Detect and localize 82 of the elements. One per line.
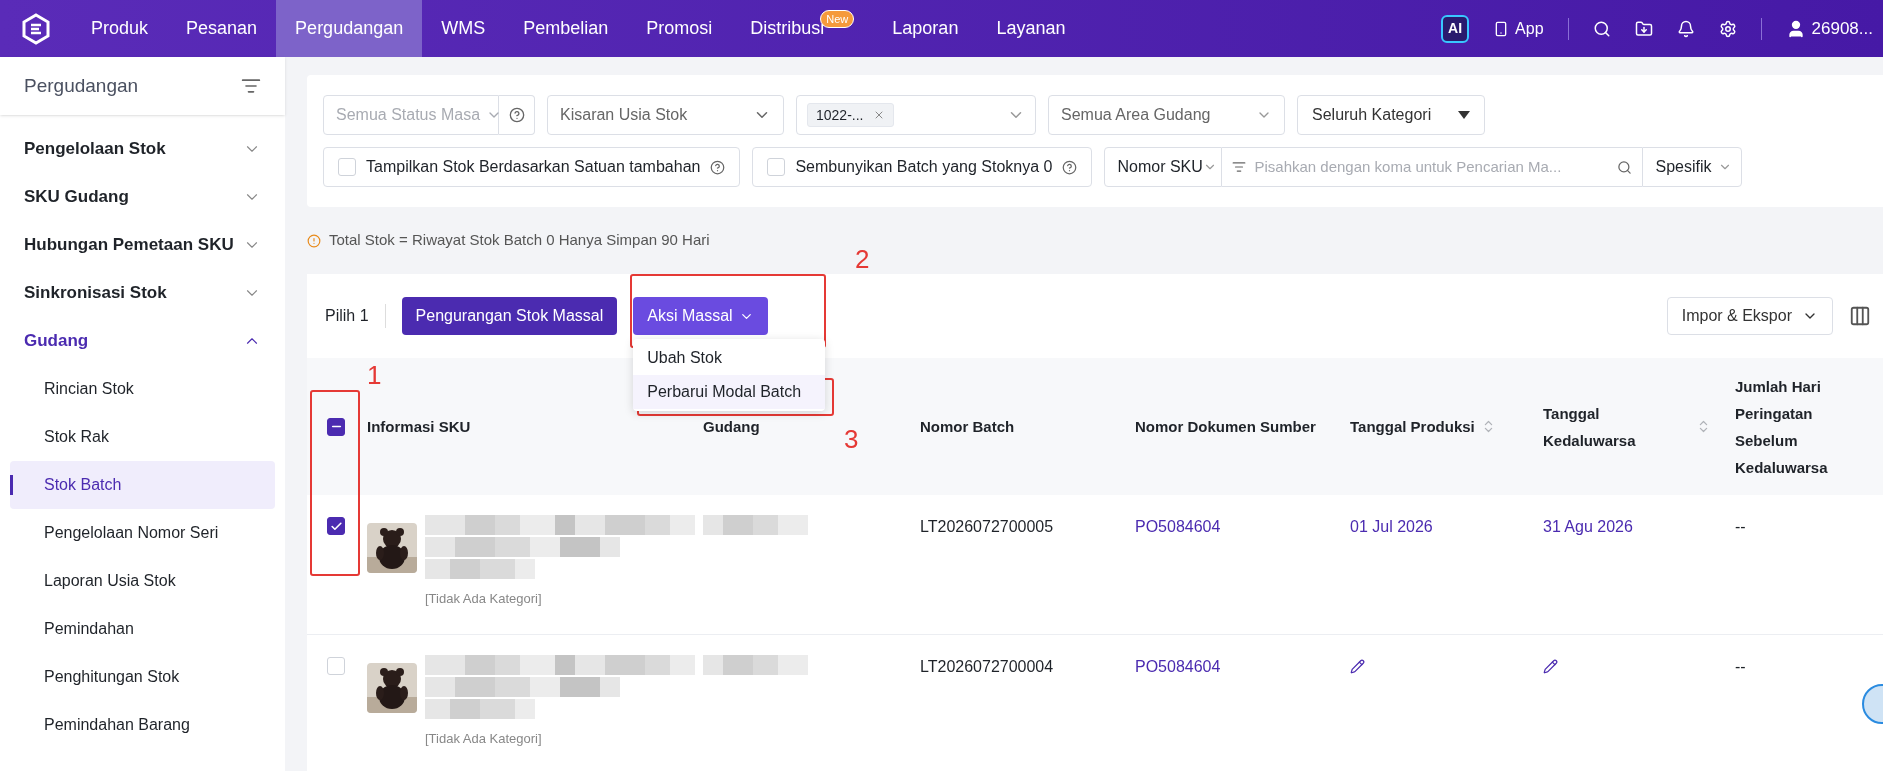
- user-menu[interactable]: 26908...: [1785, 15, 1873, 42]
- search-field[interactable]: Pisahkan dengan koma untuk Pencarian Ma...: [1254, 155, 1610, 179]
- sidebar-item[interactable]: Rincian Stok: [10, 365, 275, 413]
- nav-tab[interactable]: Pergudangan: [276, 0, 423, 57]
- column-header: Informasi SKU: [367, 417, 471, 437]
- columns-icon[interactable]: [1849, 305, 1871, 327]
- warning-days: --: [1735, 658, 1746, 675]
- sidebar-item[interactable]: Pemindahan: [10, 605, 275, 653]
- column-header: Nomor Dokumen Sumber: [1135, 417, 1316, 437]
- sidebar-item[interactable]: Pemindahan Barang: [10, 701, 275, 749]
- app-link[interactable]: App: [1493, 16, 1544, 41]
- column-header: Tanggal Kedaluwarsa: [1543, 403, 1637, 451]
- checkbox[interactable]: [327, 417, 345, 436]
- nav-tab[interactable]: Laporan: [873, 0, 978, 57]
- annotation-number: 3: [844, 423, 859, 456]
- annotation-number: 2: [855, 243, 870, 276]
- help-icon[interactable]: [1062, 159, 1078, 175]
- selection-count: Pilih 1: [325, 304, 386, 328]
- sidebar-item[interactable]: Stok Rak: [10, 413, 275, 461]
- area-select[interactable]: Semua Area Gudang: [1048, 95, 1285, 135]
- sidebar-group[interactable]: Gudang: [10, 317, 275, 365]
- edit-icon[interactable]: [1350, 659, 1365, 674]
- age-select[interactable]: Kisaran Usia Stok: [547, 95, 784, 135]
- sidebar-title: Pergudangan: [24, 73, 139, 98]
- nav-tab[interactable]: WMS: [422, 0, 505, 57]
- search-type-select[interactable]: Nomor SKU: [1104, 147, 1223, 187]
- logo-icon: [20, 12, 52, 45]
- folder-icon[interactable]: [1634, 19, 1653, 38]
- batch-number: LT2026072700005: [920, 518, 1054, 535]
- batch-number: LT2026072700004: [920, 658, 1054, 675]
- match-mode-select[interactable]: Spesifik: [1642, 147, 1743, 187]
- sidebar-item[interactable]: Penghitungan Stok: [10, 653, 275, 701]
- ai-button[interactable]: AI: [1441, 14, 1470, 43]
- menu-item[interactable]: Ubah Stok: [633, 341, 826, 375]
- import-export-button[interactable]: Impor & Ekspor: [1666, 297, 1833, 335]
- date-link[interactable]: 01 Jul 2026: [1350, 518, 1433, 535]
- bell-icon[interactable]: [1676, 19, 1695, 38]
- column-header: Tanggal Produksi: [1350, 417, 1475, 437]
- category-label: [Tidak Ada Kategori]: [425, 730, 543, 748]
- sidebar-item[interactable]: Pengelolaan Nomor Seri: [10, 509, 275, 557]
- sidebar-group[interactable]: Pengelolaan Stok: [10, 125, 275, 173]
- search-icon[interactable]: [1592, 19, 1611, 38]
- caret-icon: [1458, 111, 1470, 119]
- document-link[interactable]: PO5084604: [1135, 518, 1221, 535]
- column-header: Jumlah Hari Peringatan Sebelum Kedaluwarsa: [1735, 376, 1829, 478]
- batch-tag: 1022-...: [807, 103, 895, 127]
- sidebar-item[interactable]: Stok Batch: [10, 461, 275, 509]
- help-icon: [508, 107, 525, 123]
- column-header: Nomor Batch: [920, 417, 1015, 437]
- document-link[interactable]: PO5084604: [1135, 658, 1221, 675]
- edit-icon[interactable]: [1543, 659, 1558, 674]
- column-header: Gudang: [703, 417, 760, 437]
- date-link[interactable]: 31 Agu 2026: [1543, 518, 1633, 535]
- menu-item[interactable]: Perbarui Modal Batch: [633, 375, 826, 409]
- nav-tab[interactable]: Pesanan: [167, 0, 277, 57]
- nav-tab[interactable]: Pembelian: [504, 0, 628, 57]
- category-label: [Tidak Ada Kategori]: [425, 590, 543, 608]
- settings-icon[interactable]: [1718, 19, 1737, 38]
- help-button[interactable]: [499, 95, 535, 135]
- help-icon[interactable]: [710, 159, 726, 175]
- sidebar-group[interactable]: Hubungan Pemetaan SKU: [10, 221, 275, 269]
- sidebar-item[interactable]: Laporan Usia Stok: [10, 557, 275, 605]
- checkbox-label: Sembunyikan Batch yang Stoknya 0: [795, 157, 1053, 177]
- sidebar-group[interactable]: Sinkronisasi Stok: [10, 269, 275, 317]
- checkbox[interactable]: [327, 517, 345, 535]
- nav-tab[interactable]: Produk: [72, 0, 168, 57]
- sidebar-group[interactable]: SKU Gudang: [10, 173, 275, 221]
- category-select[interactable]: Seluruh Kategori: [1297, 95, 1485, 135]
- bulk-action-button[interactable]: Aksi Massal: [633, 297, 768, 335]
- check-icon: [329, 519, 343, 533]
- collapse-icon[interactable]: [241, 76, 261, 96]
- filter-icon: [1232, 160, 1247, 174]
- batch-select[interactable]: 1022-...: [796, 95, 1036, 135]
- warning-days: --: [1735, 518, 1746, 535]
- nav-tab[interactable]: Layanan: [977, 0, 1085, 57]
- nav-tab[interactable]: Promosi: [627, 0, 732, 57]
- notice-text: Total Stok = Riwayat Stok Batch 0 Hanya Simpan 90 Hari: [329, 230, 710, 251]
- warning-icon: [307, 233, 321, 248]
- annotation-number: 1: [367, 359, 382, 392]
- checkbox-label: Tampilkan Stok Berdasarkan Satuan tambahan: [366, 157, 701, 177]
- search-icon[interactable]: [1617, 159, 1633, 175]
- bulk-reduce-button[interactable]: Pengurangan Stok Massal: [401, 297, 618, 335]
